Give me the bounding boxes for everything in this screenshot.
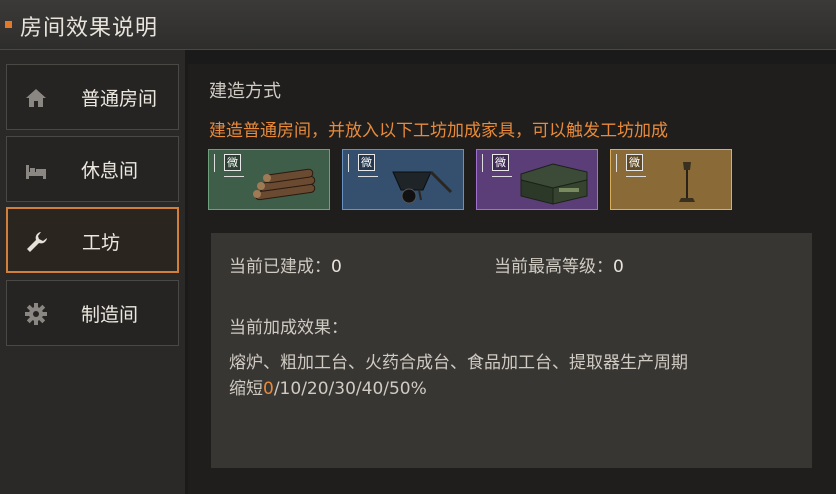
furniture-card-chest[interactable]: 微 xyxy=(476,149,598,210)
tab-crafting-room[interactable]: 制造间 xyxy=(6,280,179,346)
tab-normal-room[interactable]: 普通房间 xyxy=(6,64,179,130)
tab-workshop[interactable]: 工坊 xyxy=(6,207,179,273)
tab-label: 制造间 xyxy=(81,304,139,326)
effect-text: 熔炉、粗加工台、火药合成台、食品加工台、提取器生产周期 缩短0/10/20/30… xyxy=(229,350,799,402)
wheelbarrow-icon xyxy=(392,170,453,204)
size-indicator xyxy=(482,154,488,172)
furniture-card-wheelbarrow[interactable]: 微 xyxy=(342,149,464,210)
size-badge: 微 xyxy=(492,154,509,171)
furniture-card-logs[interactable]: 微 xyxy=(208,149,330,210)
sidebar: 普通房间 休息间 工坊 制造间 xyxy=(0,50,185,494)
build-description: 建造普通房间，并放入以下工坊加成家具，可以触发工坊加成 xyxy=(209,121,668,141)
size-indicator-h xyxy=(492,176,512,177)
bed-icon xyxy=(26,165,46,179)
tab-label: 休息间 xyxy=(81,160,139,182)
size-indicator xyxy=(348,154,354,172)
size-badge: 微 xyxy=(358,154,375,171)
furniture-card-lamp[interactable]: 微 xyxy=(610,149,732,210)
title-bar: 房间效果说明 xyxy=(0,0,836,50)
max-level: 当前最高等级：0 xyxy=(494,252,624,277)
tab-label: 普通房间 xyxy=(81,88,158,110)
title-marker xyxy=(5,21,12,28)
effect-line-1: 熔炉、粗加工台、火药合成台、食品加工台、提取器生产周期 xyxy=(229,353,688,373)
lamp-post-icon xyxy=(679,162,695,202)
effect-highlight: 0 xyxy=(263,379,274,399)
effect-line-2: 缩短0/10/20/30/40/50% xyxy=(229,376,799,402)
gear-icon xyxy=(25,303,47,325)
logs-icon xyxy=(253,168,316,201)
tab-label: 工坊 xyxy=(82,232,121,254)
size-indicator-h xyxy=(224,176,244,177)
built-count-value: 0 xyxy=(331,257,342,277)
page-title: 房间效果说明 xyxy=(20,16,159,41)
size-indicator-h xyxy=(358,176,378,177)
tab-rest-room[interactable]: 休息间 xyxy=(6,136,179,202)
size-indicator xyxy=(214,154,220,172)
size-badge: 微 xyxy=(626,154,643,171)
size-indicator-h xyxy=(626,176,646,177)
section-title: 建造方式 xyxy=(209,81,281,102)
home-icon xyxy=(26,89,46,107)
effect-suffix: /10/20/30/40/50% xyxy=(273,379,427,399)
size-indicator xyxy=(616,154,622,172)
effect-prefix: 缩短 xyxy=(229,379,263,399)
built-count: 当前已建成：0 xyxy=(229,252,342,277)
size-badge: 微 xyxy=(224,154,241,171)
max-level-label: 当前最高等级： xyxy=(494,257,613,277)
wrench-icon xyxy=(27,232,47,252)
built-count-label: 当前已建成： xyxy=(229,257,331,277)
chest-icon xyxy=(520,163,588,205)
max-level-value: 0 xyxy=(613,257,624,277)
effect-label: 当前加成效果： xyxy=(229,318,348,338)
